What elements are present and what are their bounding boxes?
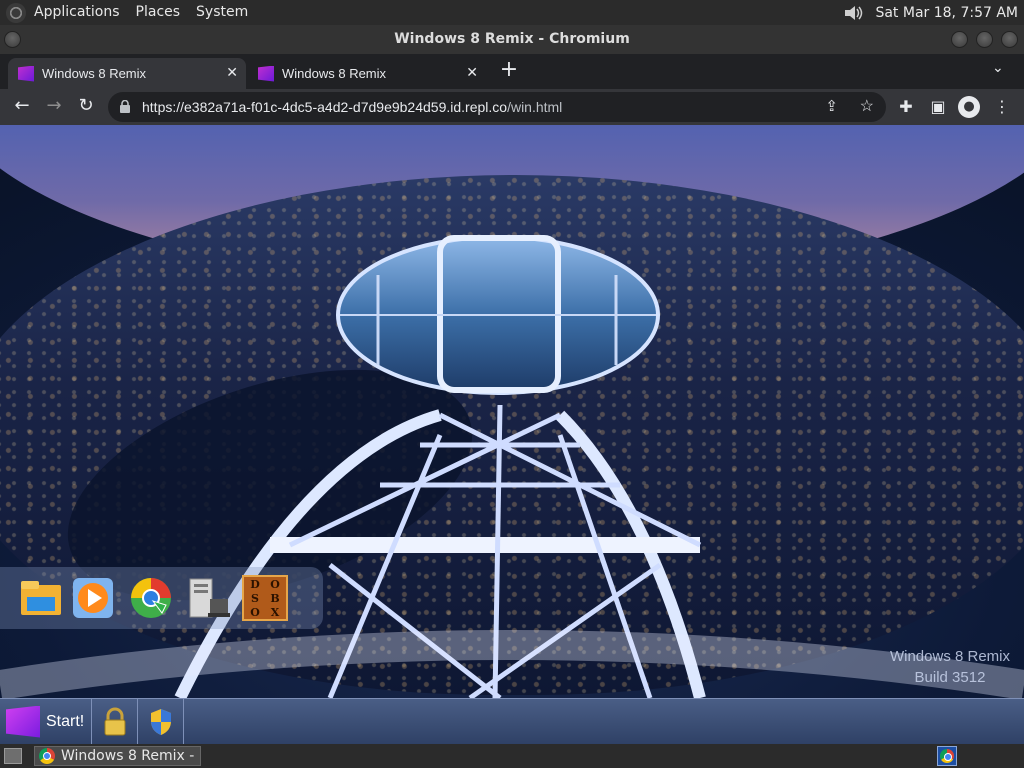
tab-title: Windows 8 Remix (282, 66, 387, 81)
lock-icon[interactable] (120, 100, 130, 113)
taskbar: Start! (0, 698, 1024, 744)
reload-icon[interactable]: ↻ (74, 95, 98, 116)
bookmark-star-icon[interactable]: ☆ (860, 96, 874, 116)
new-tab-icon[interactable]: + (498, 58, 520, 82)
profile-avatar-icon[interactable]: ● (958, 96, 980, 118)
forward-arrow-icon[interactable]: → (42, 95, 66, 116)
favicon-icon (18, 65, 34, 82)
url-host: https://e382a71a-f01c-4dc5-a4d2-d7d9e9b2… (142, 99, 508, 115)
chromium-icon (39, 748, 55, 764)
dosbox-letter: B (270, 592, 280, 605)
close-window-button[interactable] (1001, 31, 1018, 48)
media-player-icon[interactable] (70, 575, 116, 621)
security-shield-icon (150, 708, 171, 735)
chevron-down-icon[interactable]: ⌄ (992, 60, 1004, 76)
distro-logo-icon[interactable] (6, 2, 26, 23)
dosbox-letter: O (270, 578, 280, 591)
menu-applications[interactable]: Applications (26, 0, 128, 25)
window-titlebar[interactable]: Windows 8 Remix - Chromium (0, 25, 1024, 54)
dosbox-icon[interactable]: D O S B O X (242, 575, 288, 621)
share-icon[interactable]: ⇪ (825, 97, 838, 115)
task-label: Windows 8 Remix - ... (61, 748, 201, 764)
tab-windows-8-remix-2[interactable]: Windows 8 Remix ✕ (248, 58, 486, 89)
watermark-line2: Build 3512 (914, 669, 986, 686)
menu-system[interactable]: System (188, 0, 256, 25)
favicon-icon (258, 65, 274, 82)
speaker-icon[interactable] (843, 4, 865, 22)
desktop-wallpaper: D O S B O X Windows 8 Remix Build 3512 (0, 125, 1024, 698)
browser-toolbar: ← → ↻ https://e382a71a-f01c-4dc5-a4d2-d7… (0, 89, 1024, 125)
browser-globe-icon[interactable] (128, 575, 174, 621)
start-button[interactable]: Start! (0, 699, 92, 744)
side-panel-icon[interactable]: ▣ (928, 97, 948, 116)
dosbox-letter: X (270, 606, 280, 619)
workspace-switcher[interactable] (937, 746, 957, 766)
lock-icon (104, 707, 125, 735)
close-tab-icon[interactable]: ✕ (466, 64, 478, 81)
show-desktop-icon[interactable] (4, 748, 22, 764)
computer-icon[interactable] (186, 575, 232, 621)
close-tab-icon[interactable]: ✕ (226, 64, 238, 81)
back-arrow-icon[interactable]: ← (10, 95, 34, 116)
url-path: /win.html (507, 99, 563, 115)
tab-title: Windows 8 Remix (42, 66, 147, 81)
dosbox-letter: O (250, 606, 260, 619)
menu-places[interactable]: Places (128, 0, 189, 25)
window-menu-button[interactable] (4, 31, 21, 48)
extensions-puzzle-icon[interactable]: ✚ (896, 97, 916, 116)
clock[interactable]: Sat Mar 18, 7:57 AM (875, 5, 1018, 21)
lock-button[interactable] (92, 699, 138, 744)
windows-logo-icon (6, 705, 40, 738)
dosbox-letter: S (251, 592, 259, 605)
build-watermark: Windows 8 Remix Build 3512 (890, 646, 1010, 688)
chromium-icon (940, 749, 954, 763)
window-title: Windows 8 Remix - Chromium (394, 31, 630, 47)
tab-windows-8-remix-1[interactable]: Windows 8 Remix ✕ (8, 58, 246, 89)
top-panel: Applications Places System Sat Mar 18, 7… (0, 0, 1024, 25)
security-button[interactable] (138, 699, 184, 744)
taskbar-window-item[interactable]: Windows 8 Remix - ... (34, 746, 201, 766)
minimize-button[interactable] (951, 31, 968, 48)
bottom-panel: Windows 8 Remix - ... (0, 744, 1024, 768)
watermark-line1: Windows 8 Remix (889, 648, 1010, 665)
start-label: Start! (46, 712, 85, 730)
dosbox-letter: D (250, 578, 260, 591)
launcher-dock: D O S B O X (0, 567, 323, 629)
file-explorer-icon[interactable] (18, 575, 64, 621)
address-bar[interactable]: https://e382a71a-f01c-4dc5-a4d2-d7d9e9b2… (108, 92, 886, 122)
kebab-menu-icon[interactable]: ⋮ (992, 97, 1012, 116)
maximize-button[interactable] (976, 31, 993, 48)
